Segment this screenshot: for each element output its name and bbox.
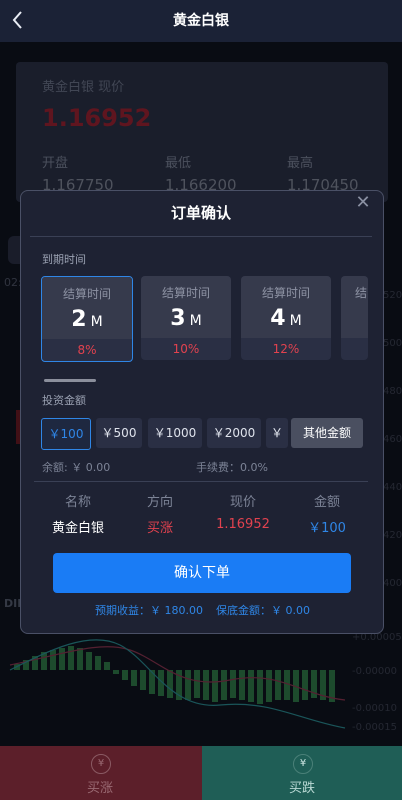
amount-option-2000[interactable]: ￥2000 — [207, 418, 261, 448]
expiry-option-2m[interactable]: 结算时间 2M 8% — [41, 276, 133, 362]
expiry-scrollbar[interactable] — [44, 379, 96, 382]
yuan-circle-icon: ¥ — [293, 754, 313, 774]
other-amount-button[interactable]: 其他金额 — [291, 418, 363, 448]
order-price: 1.16952 — [216, 517, 270, 532]
col-header-name: 名称 — [64, 495, 91, 510]
expiry-option-4m[interactable]: 结算时间 4M 12% — [241, 276, 331, 360]
divider — [30, 236, 372, 237]
col-header-amount: 金额 — [313, 495, 340, 510]
amount-option-500[interactable]: ￥500 — [96, 418, 142, 448]
order-name: 黄金白银 — [51, 521, 104, 536]
expiry-option-3m[interactable]: 结算时间 3M 10% — [141, 276, 231, 360]
col-header-direction: 方向 — [146, 495, 173, 510]
page-title: 黄金白银 — [173, 13, 229, 29]
amount-option-partial[interactable]: ￥ — [266, 418, 288, 448]
margin-amount: 保底金额：￥ 0.00 — [216, 604, 310, 617]
expected-income: 预期收益：￥ 180.00 — [95, 604, 203, 617]
order-direction: 买涨 — [146, 521, 173, 536]
close-icon[interactable]: ✕ — [352, 192, 374, 214]
amount-option-100[interactable]: ￥100 — [41, 418, 91, 450]
order-amount: ￥100 — [308, 521, 346, 536]
confirm-order-button[interactable]: 确认下单 — [53, 553, 351, 593]
col-header-price: 现价 — [229, 495, 256, 510]
buy-up-label: 买涨 — [87, 781, 114, 796]
amount-option-1000[interactable]: ￥1000 — [148, 418, 202, 448]
expiry-label: 到期时间 — [42, 253, 86, 266]
buy-down-label: 买跌 — [289, 781, 316, 796]
divider — [34, 481, 368, 482]
expiry-option-partial[interactable]: 结 — [341, 276, 368, 360]
dialog-title: 订单确认 — [170, 204, 231, 222]
balance-text: 余额: ￥ 0.00 — [42, 461, 111, 474]
yuan-circle-icon: ¥ — [91, 754, 111, 774]
amount-label: 投资金额 — [42, 394, 86, 407]
fee-text: 手续费：0.0% — [196, 461, 268, 474]
